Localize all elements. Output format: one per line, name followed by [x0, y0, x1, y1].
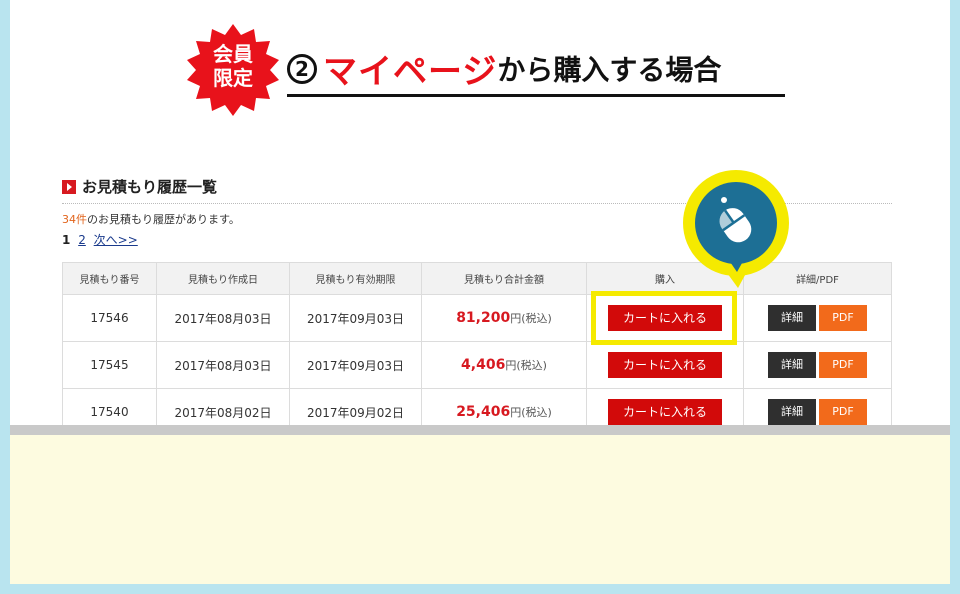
cart-button-highlight [591, 291, 737, 345]
pager-current: 1 [62, 233, 71, 247]
amount-value: 25,406 [456, 404, 511, 420]
col-header-id: 見積もり番号 [62, 262, 157, 295]
expiry-date: 2017年09月03日 [289, 341, 422, 389]
created-date: 2017年08月03日 [156, 341, 290, 389]
pdf-button[interactable]: PDF [819, 399, 867, 425]
created-date: 2017年08月03日 [156, 294, 290, 342]
history-count-suffix: のお見積もり履歴があります。 [87, 213, 240, 226]
heading-underline [287, 94, 785, 97]
badge-line2: 限定 [213, 66, 253, 90]
pager: 1 2 次へ>> [62, 231, 138, 248]
col-header-amount: 見積もり合計金額 [421, 262, 587, 295]
col-header-expires: 見積もり有効期限 [289, 262, 422, 295]
col-header-created: 見積もり作成日 [156, 262, 290, 295]
expiry-date: 2017年09月03日 [289, 294, 422, 342]
total-amount: 4,406円(税込) [421, 341, 587, 389]
page-heading: 2 マイページから購入する場合 [287, 44, 787, 96]
play-square-icon [62, 180, 76, 194]
table-row: 17545 2017年08月03日 2017年09月03日 4,406円(税込)… [62, 341, 892, 389]
history-count: 34件のお見積もり履歴があります。 [62, 211, 240, 227]
history-count-number: 34件 [62, 213, 87, 226]
total-amount: 81,200円(税込) [421, 294, 587, 342]
section-title: お見積もり履歴一覧 [62, 176, 217, 197]
amount-value: 81,200 [456, 310, 511, 326]
add-to-cart-button[interactable]: カートに入れる [608, 399, 722, 425]
detail-button[interactable]: 詳細 [768, 399, 816, 425]
estimate-id: 17545 [62, 341, 157, 389]
cut-off-bar [10, 425, 950, 435]
lower-panel [10, 435, 950, 584]
amount-unit: 円(税込) [510, 406, 552, 419]
heading-highlight: マイページ [323, 52, 498, 92]
mouse-click-icon [683, 170, 789, 288]
table-row: 17546 2017年08月03日 2017年09月03日 81,200円(税込… [62, 294, 892, 342]
heading-step-number: 2 [287, 53, 317, 84]
section-title-text: お見積もり履歴一覧 [82, 178, 218, 196]
amount-unit: 円(税込) [505, 359, 547, 372]
add-to-cart-button[interactable]: カートに入れる [608, 352, 722, 378]
pager-page-2[interactable]: 2 [78, 233, 86, 247]
badge-line1: 会員 [213, 42, 253, 66]
estimate-id: 17546 [62, 294, 157, 342]
detail-button[interactable]: 詳細 [768, 305, 816, 331]
amount-value: 4,406 [461, 357, 506, 373]
click-callout [678, 170, 798, 290]
detail-pdf-cell: 詳細 PDF [743, 294, 892, 342]
members-only-badge: 会員 限定 [183, 22, 283, 118]
content-frame: 会員 限定 2 マイページから購入する場合 お見積もり履歴一覧 34件のお見積もり… [10, 0, 950, 584]
pdf-button[interactable]: PDF [819, 305, 867, 331]
amount-unit: 円(税込) [510, 312, 552, 325]
detail-pdf-cell: 詳細 PDF [743, 341, 892, 389]
pager-next[interactable]: 次へ>> [94, 233, 138, 247]
heading-rest: から購入する場合 [497, 53, 722, 87]
detail-button[interactable]: 詳細 [768, 352, 816, 378]
pdf-button[interactable]: PDF [819, 352, 867, 378]
purchase-cell: カートに入れる [586, 341, 744, 389]
